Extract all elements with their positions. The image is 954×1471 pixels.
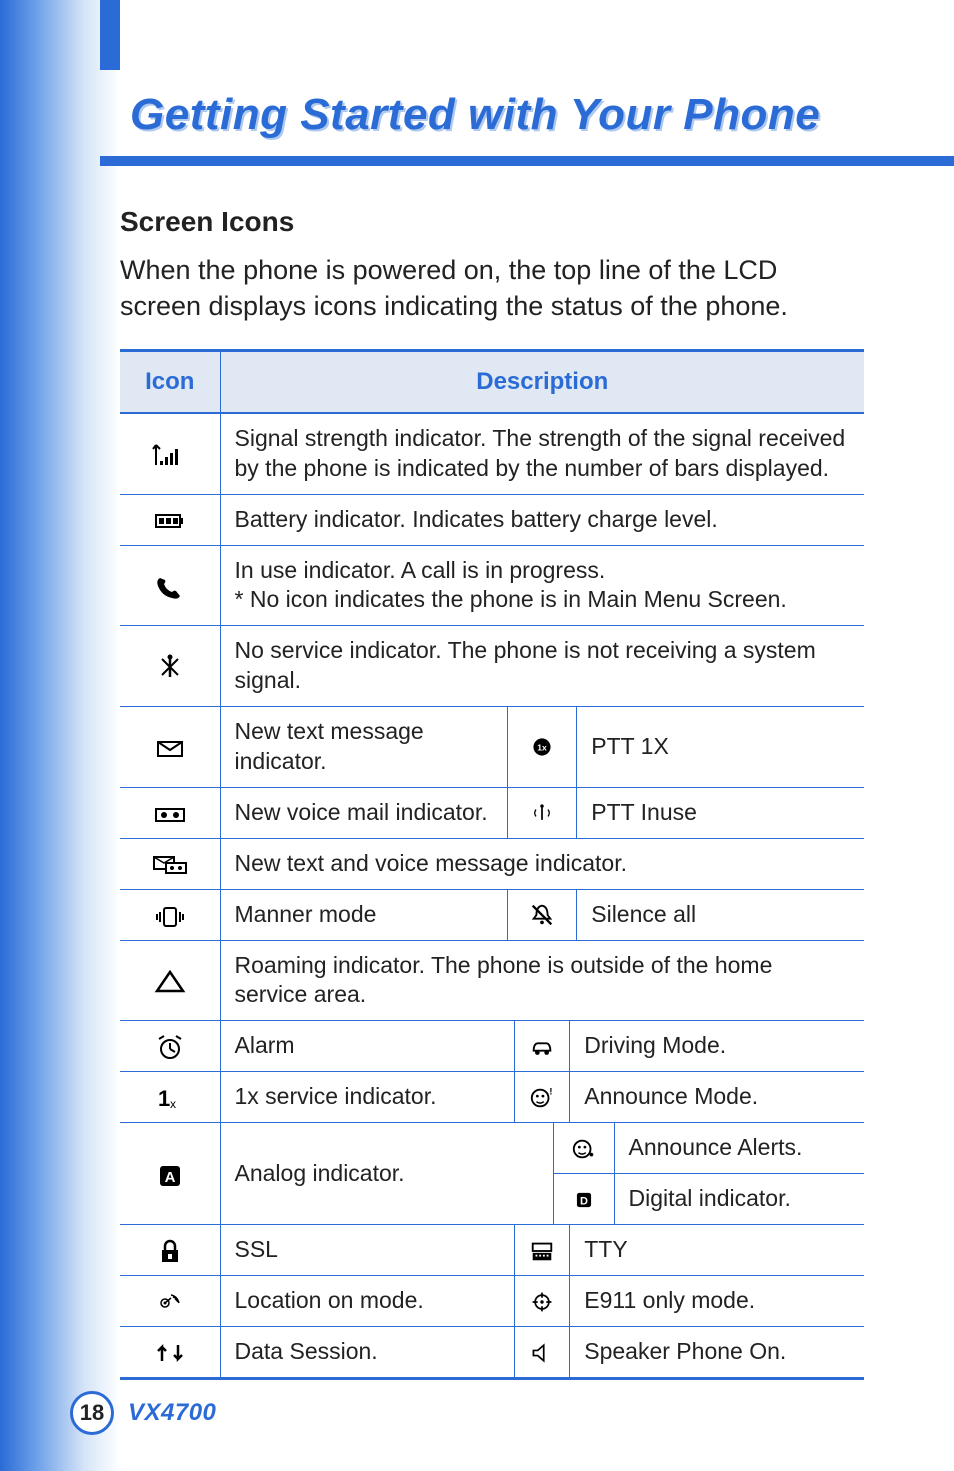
datasession-description: Data Session. [221,1327,516,1377]
model-label: VX4700 [128,1399,216,1427]
antenna-crossed-icon [120,626,220,707]
th-description: Description [220,350,864,413]
roaming-description: Roaming indicator. The phone is outside … [220,940,864,1021]
tty-description: TTY [570,1225,864,1275]
ptt-1x-icon: 1x [507,707,577,787]
ptt1x-description: PTT 1X [577,707,864,787]
analog-description: Analog indicator. [221,1123,555,1224]
battery-icon [120,494,220,545]
alarm-clock-icon [120,1021,220,1072]
crosshair-icon [515,1276,570,1326]
signal-description: Signal strength indicator. The strength … [220,413,864,494]
a-box-icon: A [120,1123,220,1225]
newvoice-description: New voice mail indicator. [221,788,508,838]
digital-description: Digital indicator. [614,1174,864,1224]
speaker-description: Speaker Phone On. [570,1327,864,1377]
section-heading: Screen Icons [120,206,864,238]
one-x-icon: 1x [120,1072,220,1123]
onex-description: 1x service indicator. [221,1072,516,1122]
speaker-icon [515,1327,570,1377]
battery-description: Battery indicator. Indicates battery cha… [220,494,864,545]
bell-slash-icon [507,890,577,940]
ptt-antenna-icon [507,788,577,838]
announce-face-alert-icon [554,1123,614,1173]
manner-description: Manner mode [221,890,508,940]
newtext-description: New text message indicator. [221,707,508,787]
noservice-description: No service indicator. The phone is not r… [220,626,864,707]
svg-text:1: 1 [158,1086,170,1111]
arrows-updown-icon [120,1326,220,1378]
newvoice-row: New voice mail indicator. PTT Inuse [220,787,864,838]
announce-description: Announce Mode. [570,1072,864,1122]
car-icon [515,1021,570,1071]
page-number-badge: 18 [70,1391,114,1435]
svg-text:A: A [164,1169,175,1186]
announce-face-icon: ! [515,1072,570,1122]
svg-text:x: x [170,1097,176,1111]
announcealerts-description: Announce Alerts. [614,1123,864,1173]
textandvoice-description: New text and voice message indicator. [220,838,864,889]
lock-icon [120,1225,220,1276]
page-title: Getting Started with Your Phone [120,70,864,158]
tty-icon [515,1225,570,1275]
svg-text:!: ! [550,1086,553,1096]
phone-handset-icon [120,545,220,626]
page-footer: 18 VX4700 [70,1391,216,1435]
inuse-description: In use indicator. A call is in progress.… [220,545,864,626]
newtext-row: New text message indicator. 1x PTT 1X [220,707,864,788]
ssl-description: SSL [221,1225,516,1275]
alarm-description: Alarm [221,1021,516,1071]
location-description: Location on mode. [221,1276,516,1326]
vibrate-icon [120,889,220,940]
silenceall-description: Silence all [577,890,864,940]
svg-text:D: D [580,1196,588,1208]
driving-description: Driving Mode. [570,1021,864,1071]
manner-row: Manner mode Silence all [220,889,864,940]
signal-strength-icon [120,413,220,494]
screen-icons-table: Icon Description Signal strength indicat… [120,349,864,1380]
th-icon: Icon [120,350,220,413]
d-box-icon: D [554,1174,614,1224]
e911-description: E911 only mode. [570,1276,864,1326]
satellite-signal-icon [120,1275,220,1326]
voicemail-tape-icon [120,787,220,838]
pttinuse-description: PTT Inuse [577,788,864,838]
envelope-icon [120,707,220,788]
triangle-icon [120,940,220,1021]
svg-text:1x: 1x [537,742,547,752]
envelope-tape-icon [120,838,220,889]
intro-paragraph: When the phone is powered on, the top li… [120,252,864,325]
